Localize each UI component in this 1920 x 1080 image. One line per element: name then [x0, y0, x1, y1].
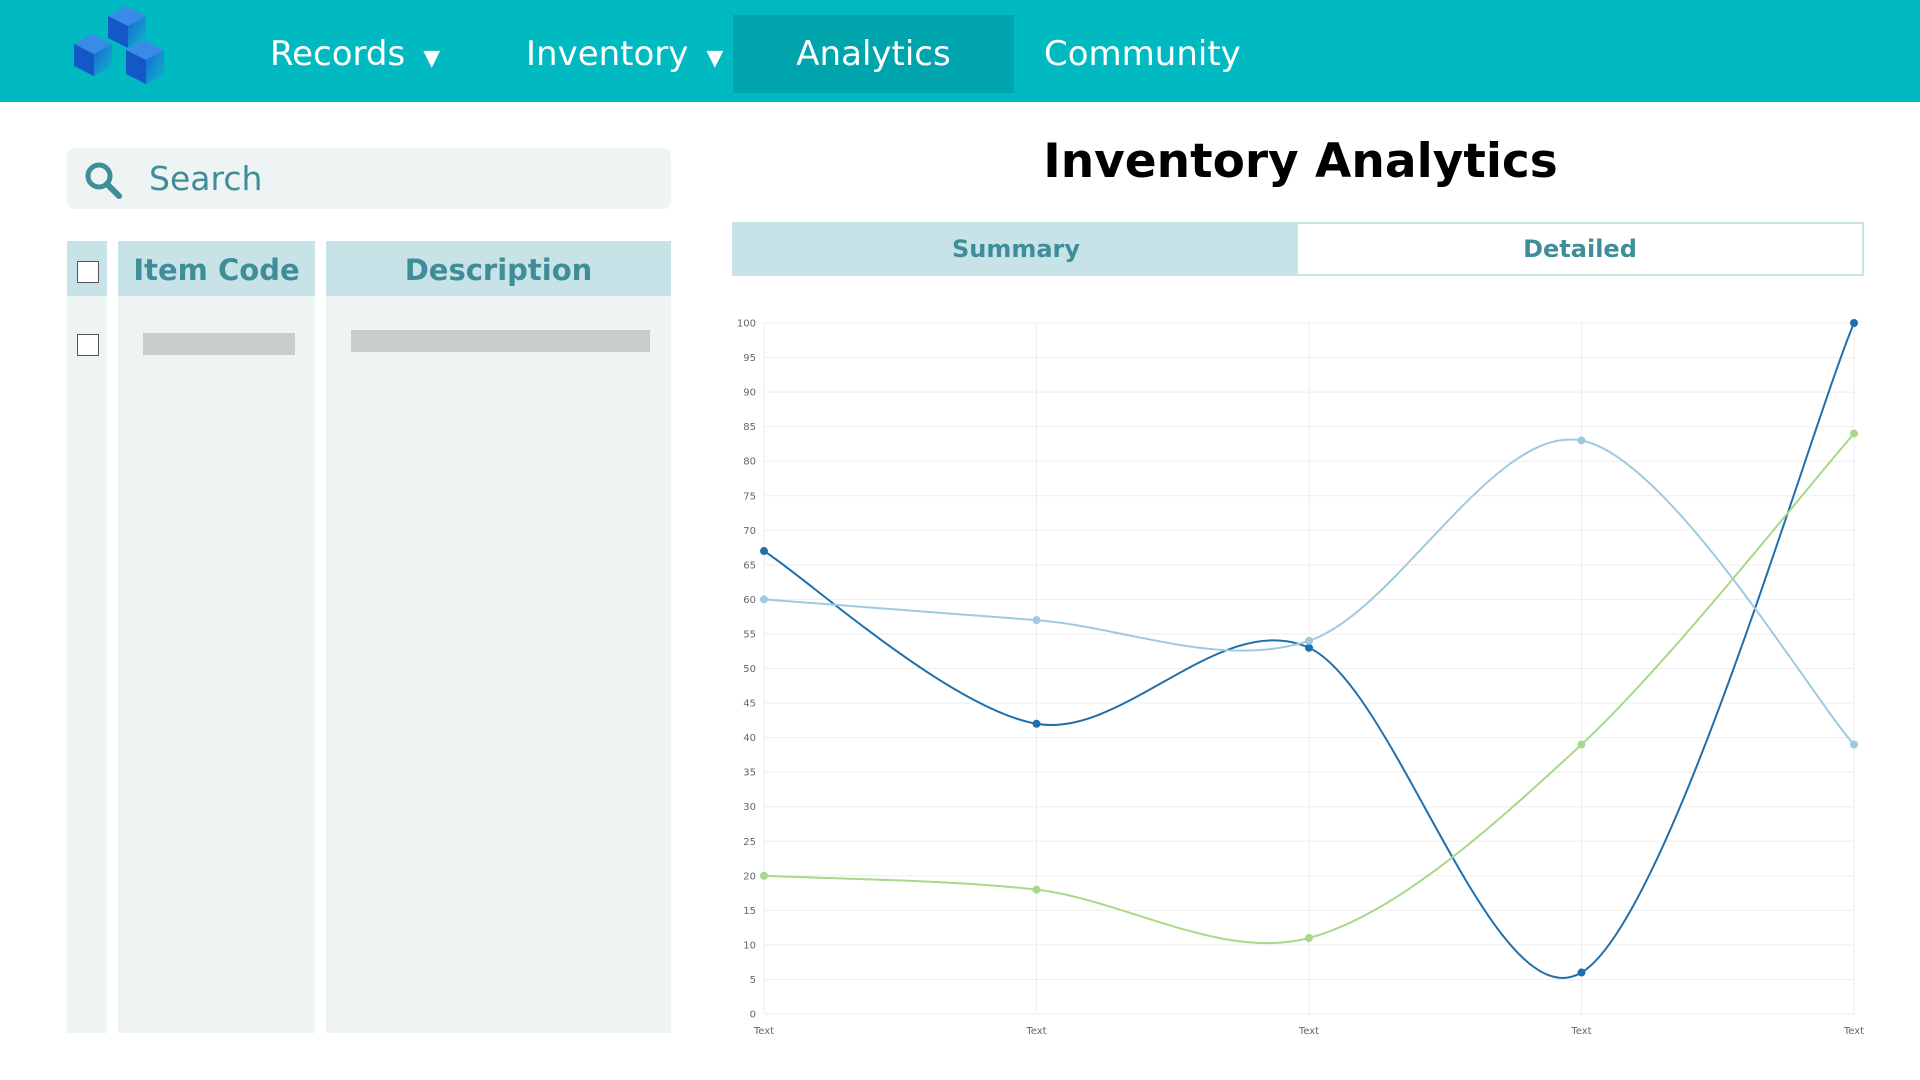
nav-records-label: Records [270, 34, 406, 74]
column-header-item-code[interactable]: Item Code [118, 241, 315, 296]
nav-analytics-label: Analytics [796, 34, 951, 74]
item-code-placeholder [143, 333, 295, 355]
row-checkbox[interactable] [77, 334, 99, 356]
series-1-point [1305, 636, 1313, 645]
y-tick-label: 25 [743, 837, 756, 848]
series-1-point [760, 595, 768, 604]
y-tick-label: 15 [743, 906, 756, 917]
tab-summary[interactable]: Summary [734, 224, 1298, 274]
y-tick-label: 40 [743, 733, 756, 744]
inventory-line-chart: 0 5 10 15 20 25 30 35 40 45 50 55 60 65 70 75 80 85 90 95 10… [737, 319, 1864, 1038]
y-tick-label: 45 [743, 699, 756, 710]
nav-records[interactable]: Records ▼ [270, 15, 440, 93]
y-tick-label: 85 [743, 422, 756, 433]
cubes-logo-icon[interactable] [70, 4, 182, 94]
series-0-point [1577, 968, 1586, 977]
nav-community-label: Community [1044, 34, 1241, 74]
y-tick-label: 95 [743, 353, 756, 364]
y-tick-label: 80 [743, 457, 756, 468]
description-column: Description [326, 241, 671, 1033]
series-2-point [1577, 740, 1586, 749]
series-2-point [760, 871, 768, 880]
y-tick-label: 70 [743, 526, 756, 537]
series-0-point [1305, 643, 1313, 652]
series-0-point [1032, 719, 1041, 728]
nav-inventory[interactable]: Inventory ▼ [526, 15, 723, 93]
select-column [67, 241, 107, 1033]
y-tick-label: 75 [743, 491, 756, 502]
series-1-point [1577, 436, 1586, 445]
search-icon [85, 162, 122, 199]
y-tick-label: 20 [743, 871, 756, 882]
x-tick-label: Text [1843, 1026, 1864, 1037]
y-tick-label: 35 [743, 768, 756, 779]
series-0-point [760, 547, 768, 556]
y-tick-label: 50 [743, 664, 756, 675]
column-header-description[interactable]: Description [326, 241, 671, 296]
page-title: Inventory Analytics [1043, 134, 1558, 189]
item-code-column: Item Code [118, 241, 315, 1033]
y-tick-label: 5 [750, 975, 756, 986]
y-tick-label: 55 [743, 629, 756, 640]
y-tick-label: 65 [743, 560, 756, 571]
select-all-checkbox[interactable] [77, 261, 99, 283]
series-2-point [1850, 429, 1858, 438]
tab-detailed[interactable]: Detailed [1298, 224, 1862, 274]
y-tick-label: 0 [750, 1010, 756, 1021]
nav-inventory-label: Inventory [526, 34, 689, 74]
x-tick-label: Text [753, 1026, 774, 1037]
nav-community[interactable]: Community [1044, 15, 1241, 93]
series-0-point [1850, 319, 1858, 327]
series-2-point [1032, 885, 1041, 894]
y-tick-label: 30 [743, 802, 756, 813]
description-placeholder [351, 330, 650, 352]
x-tick-label: Text [1025, 1026, 1046, 1037]
nav-analytics[interactable]: Analytics [733, 15, 1014, 93]
y-tick-label: 60 [743, 595, 756, 606]
search-input[interactable] [149, 154, 649, 202]
view-tabs: Summary Detailed [732, 222, 1864, 276]
x-tick-label: Text [1570, 1026, 1591, 1037]
chevron-down-icon: ▼ [423, 46, 441, 71]
y-tick-label: 100 [737, 319, 756, 330]
series-2-point [1305, 933, 1313, 942]
top-nav-bar: Records ▼ Inventory ▼ Analytics Community [0, 0, 1920, 102]
x-tick-label: Text [1298, 1026, 1319, 1037]
series-1-point [1032, 616, 1041, 625]
chevron-down-icon: ▼ [706, 46, 724, 71]
series-1-point [1850, 740, 1858, 749]
y-tick-label: 10 [743, 940, 756, 951]
y-tick-label: 90 [743, 388, 756, 399]
search-box [67, 148, 671, 209]
